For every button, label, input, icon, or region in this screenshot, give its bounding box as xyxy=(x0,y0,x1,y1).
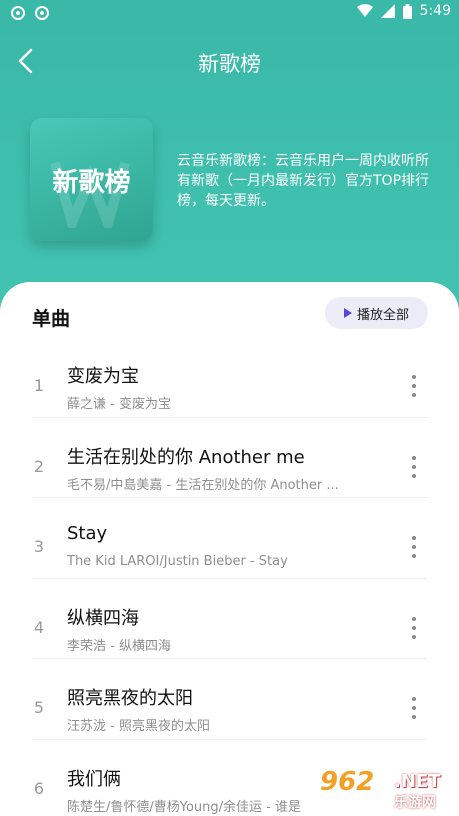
song-row[interactable]: 2 生活在别处的你 Another me 毛不易/中島美嘉 - 生活在别处的你 … xyxy=(0,418,459,498)
more-options-icon[interactable] xyxy=(404,695,424,721)
song-subtitle: The Kid LAROI/Justin Bieber - Stay xyxy=(67,554,288,569)
page-title: 新歌榜 xyxy=(198,52,261,76)
song-number: 5 xyxy=(33,698,45,717)
section-title: 单曲 xyxy=(32,308,71,330)
song-title: 纵横四海 xyxy=(67,607,139,629)
play-all-button[interactable]: 播放全部 xyxy=(325,297,428,329)
song-title: 变废为宝 xyxy=(67,366,139,387)
status-time: 5:49 xyxy=(419,3,451,19)
more-options-icon[interactable] xyxy=(404,454,424,480)
song-title: 我们俩 xyxy=(67,768,121,790)
song-title: 照亮黑夜的太阳 xyxy=(67,688,193,709)
more-options-icon[interactable] xyxy=(404,534,424,560)
song-subtitle: 薛之谦 - 变废为宝 xyxy=(67,397,171,412)
song-number: 2 xyxy=(33,456,45,476)
more-options-icon[interactable] xyxy=(404,615,424,641)
battery-icon xyxy=(402,3,412,19)
play-icon xyxy=(343,308,352,318)
song-subtitle: 李荣浩 - 纵横四海 xyxy=(67,638,171,654)
song-title: 生活在别处的你 Another me xyxy=(67,446,305,468)
song-list: 1 变废为宝 薛之谦 - 变废为宝 2 生活在别处的你 Another me 毛… xyxy=(0,337,459,816)
status-right: 5:49 xyxy=(356,3,451,19)
song-row[interactable]: 3 Stay The Kid LAROI/Justin Bieber - Sta… xyxy=(0,498,459,579)
site-watermark: 962 .NET 乐游网 xyxy=(320,765,455,813)
song-number: 6 xyxy=(33,778,45,798)
signal-icon xyxy=(380,4,395,18)
watermark-domain: .NET xyxy=(394,771,441,792)
status-left-icons xyxy=(10,5,50,21)
notification-icon xyxy=(11,6,25,20)
playlist-description: 云音乐新歌榜：云音乐用户一周内收听所有新歌（一月内最新发行）官方TOP排行榜，每… xyxy=(177,153,430,209)
song-row[interactable]: 1 变废为宝 薛之谦 - 变废为宝 xyxy=(0,337,459,418)
song-row[interactable]: 4 纵横四海 李荣浩 - 纵横四海 xyxy=(0,579,459,659)
song-number: 4 xyxy=(33,617,45,637)
watermark-cn: 乐游网 xyxy=(394,795,436,811)
song-row[interactable]: 5 照亮黑夜的太阳 汪苏泷 - 照亮黑夜的太阳 xyxy=(0,659,459,740)
cover-title: 新歌榜 xyxy=(52,168,131,198)
song-number: 1 xyxy=(33,376,45,395)
song-number: 3 xyxy=(33,537,45,556)
more-options-icon[interactable] xyxy=(404,373,424,399)
song-subtitle: 汪苏泷 - 照亮黑夜的太阳 xyxy=(67,719,210,734)
song-subtitle: 毛不易/中島美嘉 - 生活在别处的你 Another ... xyxy=(67,477,339,493)
playlist-cover: 新歌榜 xyxy=(30,118,153,241)
notification-icon-2 xyxy=(35,6,49,20)
watermark-number: 962 xyxy=(320,767,375,797)
song-title: Stay xyxy=(67,523,108,544)
wifi-icon xyxy=(356,4,373,17)
play-all-label: 播放全部 xyxy=(356,307,409,323)
song-panel: 单曲 播放全部 1 变废为宝 薛之谦 - 变废为宝 2 生活在别处的你 Anot… xyxy=(0,282,459,816)
status-bar: 5:49 xyxy=(0,0,459,26)
